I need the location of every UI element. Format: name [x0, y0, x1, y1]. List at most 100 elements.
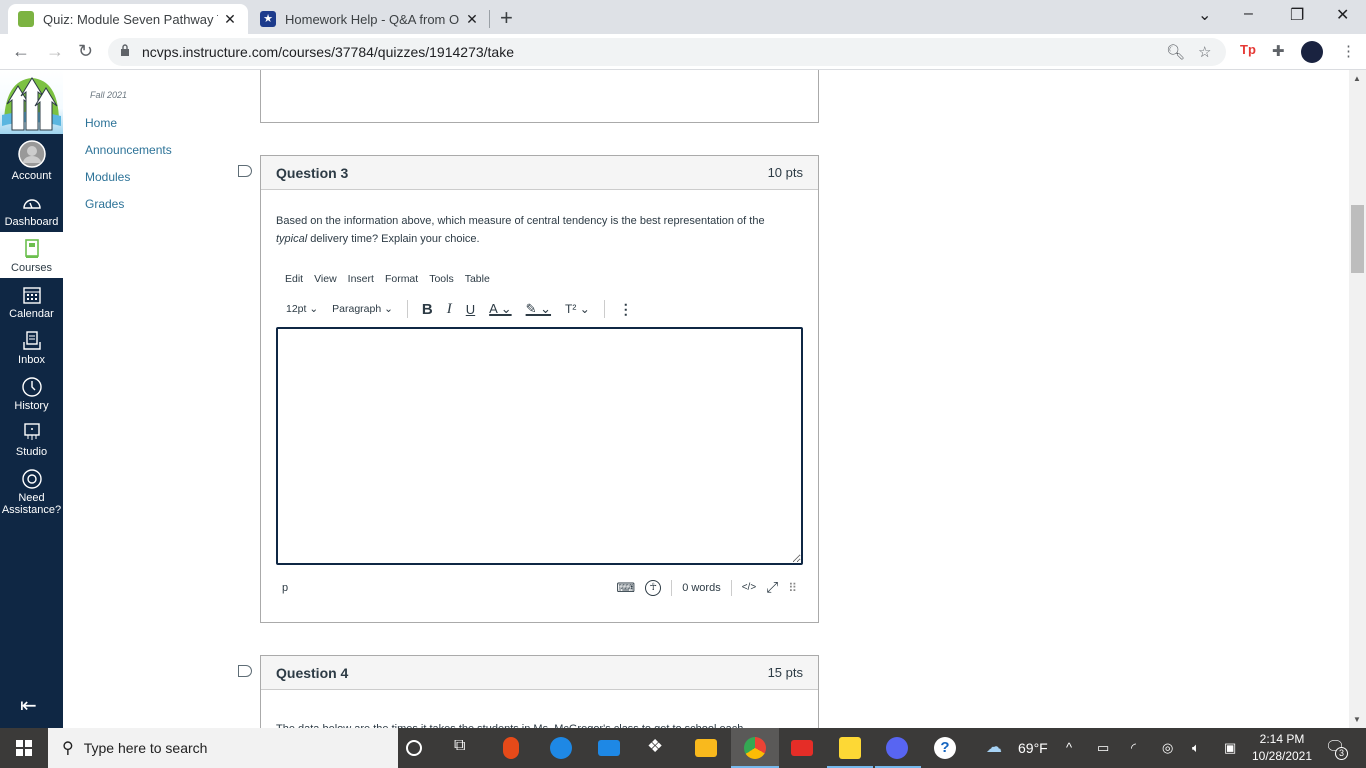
- discord-icon[interactable]: [886, 737, 908, 759]
- tp-extension-icon[interactable]: Tp: [1240, 42, 1256, 57]
- taskbar-search-box[interactable]: ⚲ Type here to search: [48, 728, 398, 768]
- address-bar[interactable]: ncvps.instructure.com/courses/37784/quiz…: [108, 38, 1226, 66]
- course-nav-modules[interactable]: Modules: [85, 170, 130, 184]
- nav-dashboard[interactable]: Dashboard: [0, 186, 63, 232]
- flag-question-icon[interactable]: [238, 665, 252, 677]
- flag-question-icon[interactable]: [238, 165, 252, 177]
- chrome-icon: [744, 737, 766, 759]
- taskbar-clock[interactable]: 2:14 PM 10/28/2021: [1247, 731, 1317, 765]
- nav-studio[interactable]: Studio: [0, 416, 63, 462]
- collapse-nav-icon[interactable]: ⇤: [20, 693, 37, 718]
- scroll-up-icon[interactable]: ▲: [1353, 74, 1361, 83]
- keyboard-shortcuts-icon[interactable]: ⌨: [616, 580, 635, 596]
- scroll-down-icon[interactable]: ▼: [1353, 715, 1361, 724]
- question-header: Question 4 15 pts: [261, 656, 818, 690]
- accessibility-checker-icon[interactable]: ☥: [645, 579, 662, 596]
- resize-handle-icon[interactable]: ⠿: [788, 581, 797, 595]
- menu-tools[interactable]: Tools: [429, 273, 454, 285]
- extensions-puzzle-icon[interactable]: ✚: [1272, 42, 1285, 60]
- snip-sketch-icon[interactable]: [503, 737, 519, 759]
- menu-format[interactable]: Format: [385, 273, 418, 285]
- question-text: Based on the information above, which me…: [276, 215, 765, 245]
- camera-icon[interactable]: ◎: [1162, 740, 1173, 756]
- back-button[interactable]: ←: [12, 41, 30, 62]
- file-explorer-icon[interactable]: [695, 739, 717, 757]
- nav-need-assistance[interactable]: Need Assistance?: [0, 462, 63, 520]
- element-path[interactable]: p: [276, 582, 288, 594]
- menu-edit[interactable]: Edit: [285, 273, 303, 285]
- tab-homework-help[interactable]: ★ Homework Help - Q&A from Online ✕: [250, 4, 490, 34]
- close-window-button[interactable]: ✕: [1336, 5, 1349, 25]
- weather-cloud-icon[interactable]: ☁: [986, 737, 1002, 757]
- star-favicon-icon: ★: [260, 11, 276, 27]
- menu-insert[interactable]: Insert: [348, 273, 374, 285]
- fullscreen-icon[interactable]: ⤢: [766, 579, 778, 596]
- restore-button[interactable]: ❐: [1290, 5, 1304, 25]
- answer-editor[interactable]: [276, 327, 803, 565]
- chrome-menu-icon[interactable]: ⋮: [1341, 42, 1356, 60]
- course-nav-announcements[interactable]: Announcements: [85, 143, 172, 157]
- text-color-icon[interactable]: A ⌄: [489, 301, 511, 317]
- html-editor-toggle[interactable]: </>: [742, 582, 756, 593]
- global-navigation: Account Dashboard Courses Calendar Inbox…: [0, 70, 63, 728]
- task-view-icon[interactable]: ⧉: [454, 737, 465, 755]
- page-scrollbar[interactable]: ▲ ▼: [1349, 70, 1366, 728]
- windows-start-icon[interactable]: [16, 740, 32, 756]
- bookmark-star-icon[interactable]: ☆: [1198, 43, 1211, 61]
- nav-account[interactable]: Account: [0, 134, 63, 186]
- superscript-icon[interactable]: T² ⌄: [565, 302, 590, 316]
- sticky-notes-icon[interactable]: [839, 737, 861, 759]
- wifi-icon[interactable]: ◜: [1131, 740, 1136, 756]
- studio-icon: [23, 423, 40, 440]
- cortana-icon[interactable]: [406, 740, 422, 756]
- tab-divider: [489, 10, 490, 28]
- italic-icon[interactable]: I: [447, 301, 452, 318]
- block-format-dropdown[interactable]: Paragraph ⌄: [332, 303, 393, 315]
- new-tab-button[interactable]: +: [500, 5, 513, 31]
- chrome-taskbar-button[interactable]: [731, 728, 779, 768]
- help-app-icon[interactable]: ?: [934, 737, 956, 759]
- forward-button[interactable]: →: [46, 41, 64, 62]
- weather-temperature[interactable]: 69°F: [1018, 740, 1048, 756]
- courses-book-icon: [24, 239, 39, 258]
- course-nav-grades[interactable]: Grades: [85, 197, 124, 211]
- show-hidden-icons[interactable]: ^: [1066, 740, 1072, 755]
- nav-calendar[interactable]: Calendar: [0, 278, 63, 324]
- quiz-content: Question 3 10 pts Based on the informati…: [233, 70, 1350, 728]
- question-4: Question 4 15 pts The data below are the…: [260, 655, 819, 728]
- inbox-icon: [22, 331, 41, 350]
- nav-history[interactable]: History: [0, 370, 63, 416]
- trees-logo-icon: [2, 77, 61, 131]
- dropbox-icon[interactable]: ❖: [647, 736, 663, 757]
- close-tab-icon[interactable]: ✕: [222, 11, 238, 28]
- power-icon[interactable]: ▭: [1097, 740, 1109, 756]
- reload-button[interactable]: ↻: [78, 41, 93, 62]
- course-nav-home[interactable]: Home: [85, 116, 117, 130]
- profile-avatar[interactable]: [1301, 41, 1323, 63]
- volume-icon[interactable]: 🔈︎: [1192, 740, 1200, 756]
- school-logo[interactable]: [0, 70, 63, 134]
- youtube-icon[interactable]: [791, 740, 813, 756]
- minimize-button[interactable]: –: [1244, 5, 1253, 23]
- tab-search-icon[interactable]: ⌄: [1198, 5, 1211, 25]
- font-size-dropdown[interactable]: 12pt ⌄: [286, 303, 318, 315]
- scrollbar-thumb[interactable]: [1351, 205, 1364, 273]
- edge-icon[interactable]: [550, 737, 572, 759]
- word-count[interactable]: 0 words: [682, 582, 721, 594]
- input-icon[interactable]: ▣: [1224, 740, 1236, 756]
- close-tab-icon[interactable]: ✕: [464, 11, 480, 28]
- nav-courses[interactable]: Courses: [0, 232, 63, 278]
- statusbar-divider: [730, 579, 732, 596]
- browser-tab-strip: Quiz: Module Seven Pathway Two ✕ ★ Homew…: [0, 0, 1366, 34]
- bold-icon[interactable]: B: [422, 301, 433, 318]
- more-options-icon[interactable]: ⋮: [619, 301, 633, 318]
- zoom-icon[interactable]: 🔍︎: [1166, 43, 1185, 61]
- menu-view[interactable]: View: [314, 273, 337, 285]
- mail-icon[interactable]: [598, 740, 620, 756]
- nav-inbox[interactable]: Inbox: [0, 324, 63, 370]
- toolbar-divider: [603, 300, 605, 318]
- menu-table[interactable]: Table: [465, 273, 490, 285]
- tab-quiz[interactable]: Quiz: Module Seven Pathway Two ✕: [8, 4, 248, 34]
- highlight-color-icon[interactable]: ✎ ⌄: [526, 301, 551, 317]
- underline-icon[interactable]: U: [466, 302, 475, 317]
